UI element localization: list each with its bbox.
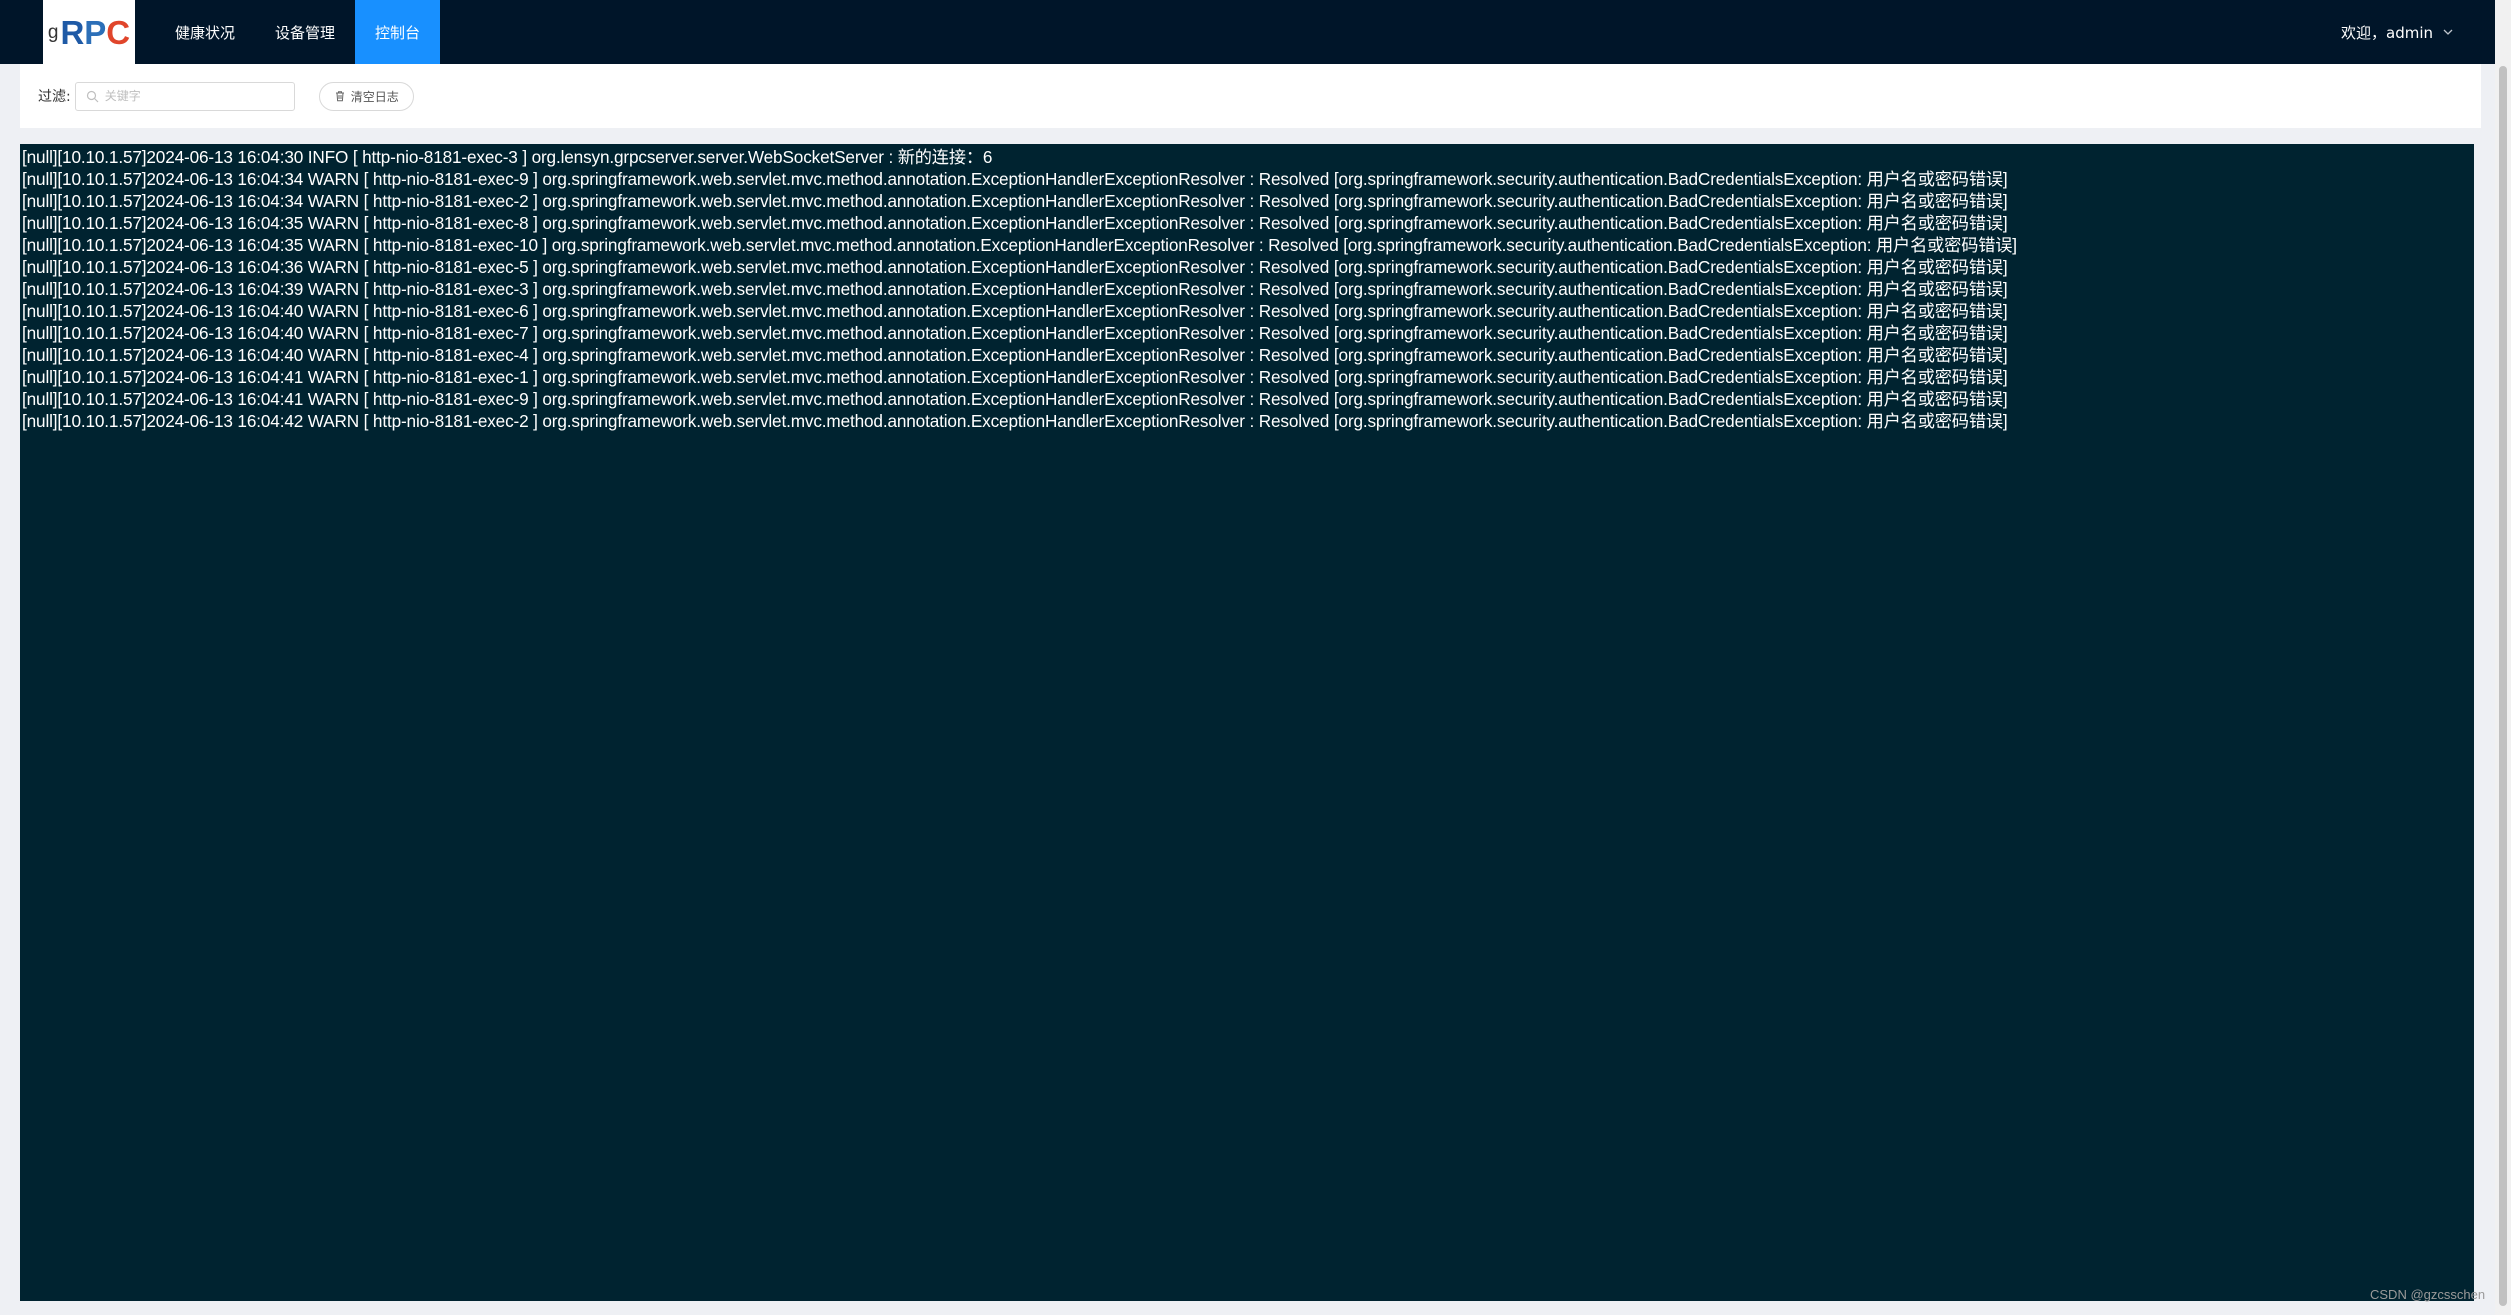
log-line: [null][10.10.1.57]2024-06-13 16:04:35 WA… <box>22 235 2017 255</box>
log-line: [null][10.10.1.57]2024-06-13 16:04:42 WA… <box>22 411 2008 431</box>
trash-icon <box>335 91 344 102</box>
log-line: [null][10.10.1.57]2024-06-13 16:04:34 WA… <box>22 191 2008 211</box>
top-navigation-bar: g R P C 健康状况 设备管理 控制台 欢迎，admin <box>0 0 2495 64</box>
logo-letter-p: P <box>84 13 107 51</box>
page-scrollbar[interactable] <box>2495 0 2511 1315</box>
log-line: [null][10.10.1.57]2024-06-13 16:04:36 WA… <box>22 257 2008 277</box>
log-line: [null][10.10.1.57]2024-06-13 16:04:30 IN… <box>22 147 993 167</box>
log-line: [null][10.10.1.57]2024-06-13 16:04:39 WA… <box>22 279 2008 299</box>
chevron-down-icon <box>2443 29 2453 35</box>
log-line: [null][10.10.1.57]2024-06-13 16:04:41 WA… <box>22 367 2008 387</box>
nav-item-console[interactable]: 控制台 <box>355 0 441 64</box>
user-menu[interactable]: 欢迎，admin <box>2341 0 2455 64</box>
keyword-input[interactable] <box>104 89 285 103</box>
log-line: [null][10.10.1.57]2024-06-13 16:04:40 WA… <box>22 345 2008 365</box>
log-line: [null][10.10.1.57]2024-06-13 16:04:41 WA… <box>22 389 2008 409</box>
logo-letter-g: g <box>47 21 59 43</box>
main-nav: 健康状况 设备管理 控制台 <box>155 0 441 64</box>
log-line: [null][10.10.1.57]2024-06-13 16:04:40 WA… <box>22 323 2008 343</box>
log-line: [null][10.10.1.57]2024-06-13 16:04:40 WA… <box>22 301 2008 321</box>
log-line: [null][10.10.1.57]2024-06-13 16:04:34 WA… <box>22 169 2008 189</box>
filter-label: 过滤: <box>38 89 71 105</box>
filter-bar: 过滤: 清空日志 <box>20 64 2481 128</box>
scrollbar-thumb[interactable] <box>2499 66 2507 1306</box>
nav-item-device-management[interactable]: 设备管理 <box>255 0 355 64</box>
logo-letter-r: R <box>60 13 85 51</box>
clear-log-label: 清空日志 <box>350 89 399 104</box>
search-box[interactable] <box>74 81 295 111</box>
user-greeting: 欢迎，admin <box>2341 23 2433 42</box>
nav-item-health[interactable]: 健康状况 <box>155 0 255 64</box>
clear-log-button[interactable]: 清空日志 <box>318 81 414 111</box>
page: g R P C 健康状况 设备管理 控制台 欢迎，admin 过滤: 关键字 清… <box>0 0 2511 1315</box>
log-line: [null][10.10.1.57]2024-06-13 16:04:35 WA… <box>22 213 2008 233</box>
grpc-logo[interactable]: g R P C <box>43 0 135 64</box>
watermark: CSDN @gzcsschen <box>2370 1287 2486 1302</box>
logo-letter-c: C <box>106 13 131 51</box>
log-console[interactable]: [null][10.10.1.57]2024-06-13 16:04:30 IN… <box>20 144 2474 1301</box>
search-icon <box>86 90 99 102</box>
